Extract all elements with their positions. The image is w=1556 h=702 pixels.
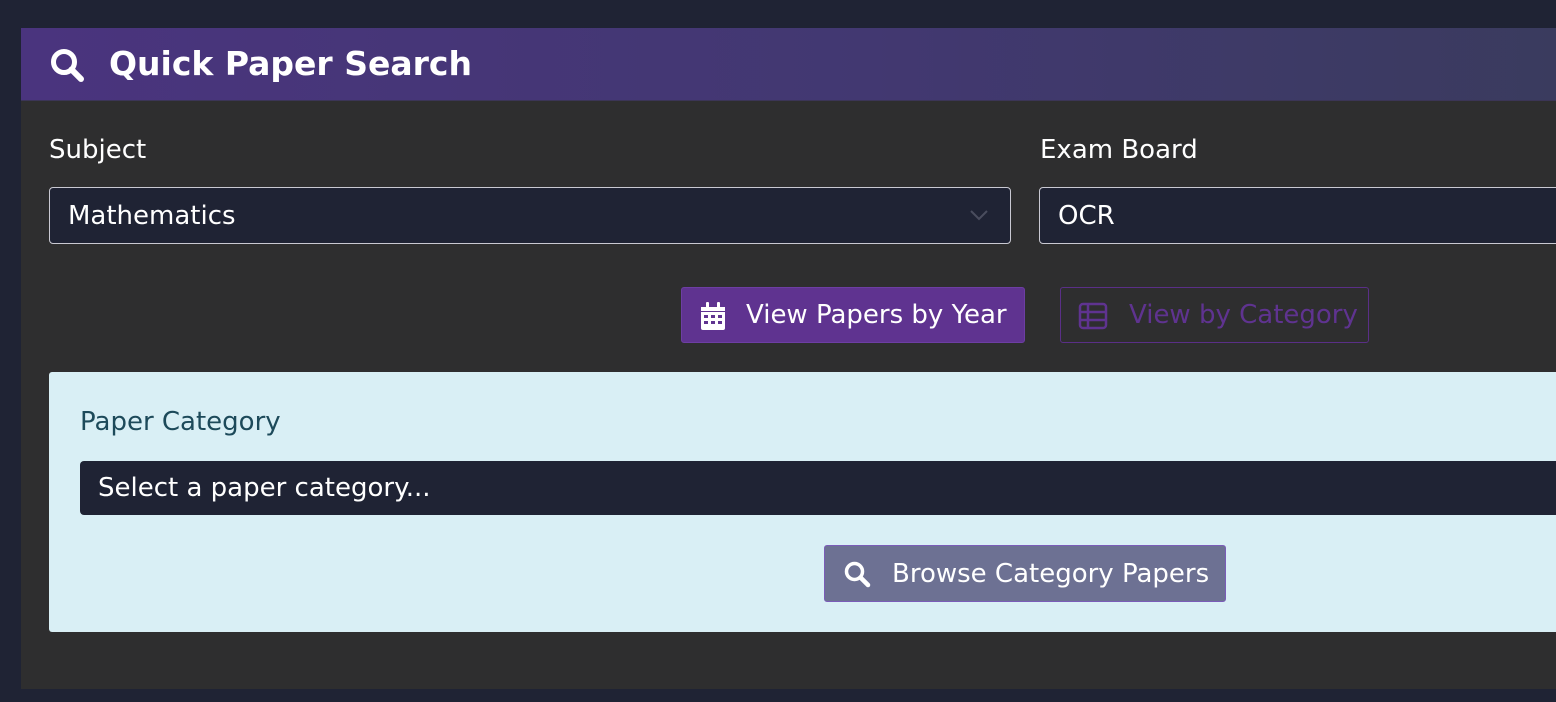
chevron-down-icon [970, 210, 988, 221]
search-icon [844, 561, 871, 588]
search-icon [51, 49, 84, 82]
view-by-category-label: View by Category [1129, 300, 1358, 330]
exam-board-label: Exam Board [1040, 135, 1198, 165]
paper-category-placeholder: Select a paper category... [98, 473, 431, 503]
browse-category-papers-button[interactable]: Browse Category Papers [824, 545, 1226, 602]
card-header: Quick Paper Search [21, 28, 1556, 101]
exam-board-select-value: OCR [1058, 201, 1115, 231]
page-title: Quick Paper Search [109, 44, 472, 83]
exam-board-select[interactable]: OCR [1039, 187, 1556, 244]
calendar-icon [701, 302, 725, 330]
view-papers-by-year-label: View Papers by Year [746, 300, 1007, 330]
subject-select[interactable]: Mathematics [49, 187, 1011, 244]
view-by-category-button[interactable]: View by Category [1060, 287, 1369, 343]
table-list-icon [1078, 302, 1108, 330]
paper-category-label: Paper Category [80, 407, 281, 437]
view-papers-by-year-button[interactable]: View Papers by Year [681, 287, 1025, 343]
browse-category-papers-label: Browse Category Papers [892, 559, 1210, 589]
subject-select-value: Mathematics [68, 201, 236, 231]
paper-category-panel: Paper Category Select a paper category..… [49, 372, 1556, 632]
subject-label: Subject [49, 135, 147, 165]
quick-paper-search-card: Quick Paper Search Subject Mathematics E… [21, 28, 1556, 689]
paper-category-select[interactable]: Select a paper category... [80, 461, 1556, 515]
